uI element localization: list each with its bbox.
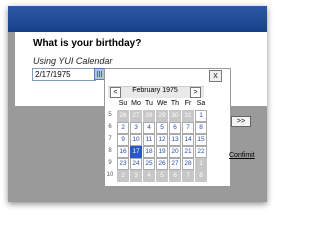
day-cell[interactable]: 14: [182, 134, 194, 146]
next-month-button[interactable]: >: [190, 87, 201, 98]
weekday-label: We: [156, 100, 168, 107]
day-cell: 6: [169, 170, 181, 182]
day-cell[interactable]: 27: [169, 158, 181, 170]
day-cell[interactable]: 22: [195, 146, 207, 158]
day-cell[interactable]: 2: [117, 122, 129, 134]
day-cell[interactable]: 10: [130, 134, 142, 146]
weekday-label: Mo: [131, 100, 141, 107]
day-cell[interactable]: 3: [130, 122, 142, 134]
day-cell: 1: [195, 158, 207, 170]
day-cell: 31: [182, 110, 194, 122]
day-cell[interactable]: 26: [156, 158, 168, 170]
day-cell: 30: [169, 110, 181, 122]
week-number: 8: [108, 148, 112, 154]
day-cell[interactable]: 21: [182, 146, 194, 158]
day-cell: 3: [130, 170, 142, 182]
day-cell[interactable]: 15: [195, 134, 207, 146]
day-cell[interactable]: 16: [117, 146, 129, 158]
day-cell: 2: [117, 170, 129, 182]
week-number: 5: [108, 112, 112, 118]
day-cell[interactable]: 28: [182, 158, 194, 170]
day-cell: 28: [143, 110, 155, 122]
day-cell: 8: [195, 170, 207, 182]
weekday-label: Th: [170, 100, 180, 107]
week-number: 9: [108, 160, 112, 166]
day-cell[interactable]: 23: [117, 158, 129, 170]
day-cell[interactable]: 7: [182, 122, 194, 134]
question-heading: What is your birthday?: [33, 38, 142, 49]
week-number: 10: [106, 172, 114, 178]
day-cell[interactable]: 6: [169, 122, 181, 134]
day-cell: 7: [182, 170, 194, 182]
day-cell[interactable]: 5: [156, 122, 168, 134]
week-number: 6: [108, 124, 112, 130]
next-step-button[interactable]: >>: [231, 116, 251, 127]
day-cell[interactable]: 11: [143, 134, 155, 146]
birthday-date-input[interactable]: [32, 68, 96, 81]
header-bar: [8, 6, 267, 32]
month-title: February 1975: [132, 87, 178, 94]
day-cell: 4: [143, 170, 155, 182]
day-cell[interactable]: 1: [195, 110, 207, 122]
day-cell: 29: [156, 110, 168, 122]
day-cell[interactable]: 25: [143, 158, 155, 170]
day-cell: 5: [156, 170, 168, 182]
close-calendar-button[interactable]: x: [209, 70, 222, 82]
day-cell: 27: [130, 110, 142, 122]
day-cell[interactable]: 24: [130, 158, 142, 170]
day-cell[interactable]: 19: [156, 146, 168, 158]
day-cell[interactable]: 12: [156, 134, 168, 146]
day-cell[interactable]: 18: [143, 146, 155, 158]
weekday-label: Fr: [184, 100, 192, 107]
day-cell[interactable]: 8: [195, 122, 207, 134]
day-cell[interactable]: 9: [117, 134, 129, 146]
day-cell[interactable]: 13: [169, 134, 181, 146]
confirm-link[interactable]: Confimit: [229, 152, 255, 159]
day-cell[interactable]: 4: [143, 122, 155, 134]
weekday-label: Tu: [145, 100, 153, 107]
weekday-label: Sa: [196, 100, 206, 107]
selected-day-cell[interactable]: 17: [130, 146, 142, 158]
weekday-label: Su: [118, 100, 128, 107]
day-cell: 26: [117, 110, 129, 122]
subtitle-text: Using YUI Calendar: [33, 56, 113, 66]
day-cell[interactable]: 20: [169, 146, 181, 158]
week-number: 7: [108, 136, 112, 142]
